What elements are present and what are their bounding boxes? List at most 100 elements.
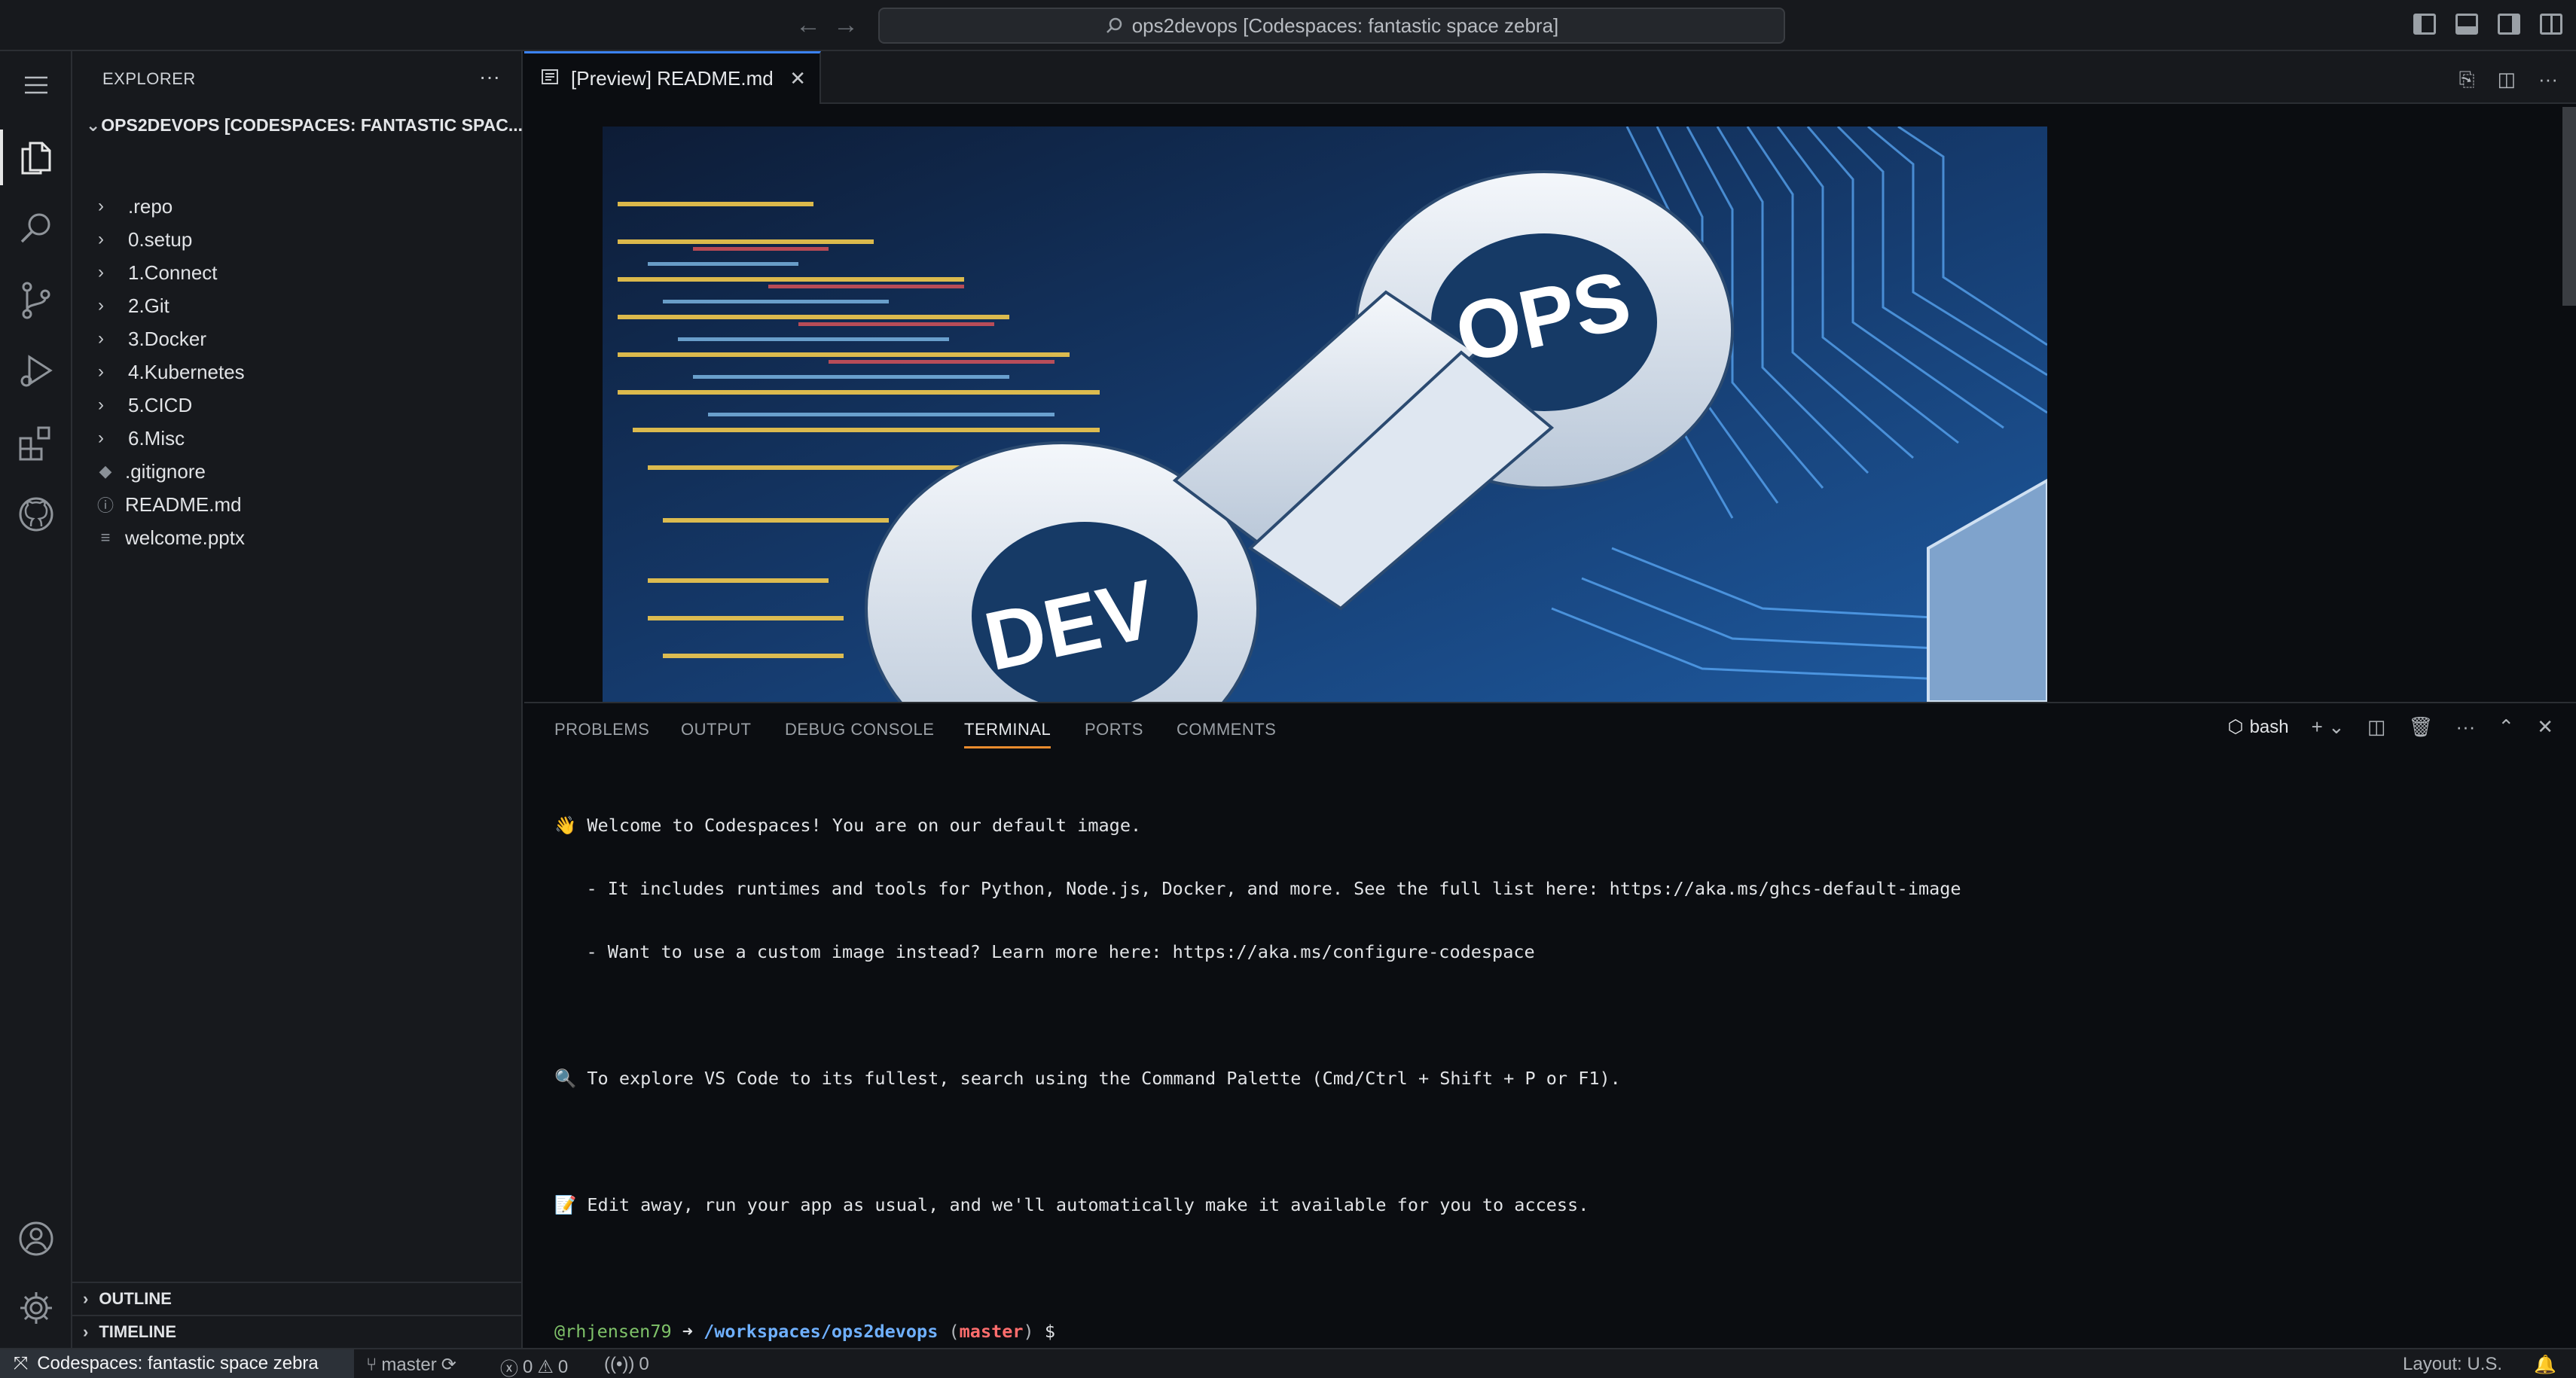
chevron-right-icon: ›: [98, 196, 104, 216]
folder-docker[interactable]: › 3.Docker: [72, 322, 523, 355]
open-source-icon[interactable]: ⎘: [2459, 68, 2475, 92]
terminal-icon: ⬡: [2227, 717, 2244, 737]
outline-section[interactable]: › OUTLINE: [72, 1282, 523, 1315]
title-bar: ← → ops2devops [Codespaces: fantastic sp…: [0, 0, 2576, 51]
timeline-label: TIMELINE: [99, 1322, 176, 1341]
file-gitignore[interactable]: ◆ .gitignore: [72, 455, 523, 488]
extensions-icon[interactable]: [0, 410, 72, 477]
tab-terminal[interactable]: TERMINAL: [964, 720, 1051, 748]
timeline-section[interactable]: › TIMELINE: [72, 1315, 523, 1348]
terminal-line: - It includes runtimes and tools for Pyt…: [554, 878, 1961, 899]
git-branch-icon: ⑂: [366, 1354, 377, 1375]
explorer-icon[interactable]: [0, 123, 72, 191]
toggle-primary-sidebar-icon[interactable]: [2413, 14, 2436, 35]
chevron-down-icon: ⌄: [86, 114, 101, 135]
folder-label: 1.Connect: [128, 261, 218, 284]
tab-output[interactable]: OUTPUT: [681, 720, 751, 739]
outline-label: OUTLINE: [99, 1289, 172, 1308]
trash-icon[interactable]: 🗑: [2408, 715, 2433, 739]
keyboard-layout[interactable]: Layout: U.S.: [2403, 1354, 2502, 1375]
branch-label: master: [381, 1354, 437, 1375]
manage-gear-icon[interactable]: [0, 1274, 72, 1342]
new-terminal-icon[interactable]: + ⌄: [2312, 715, 2345, 739]
command-center-label: ops2devops [Codespaces: fantastic space …: [1131, 14, 1559, 37]
chevron-right-icon: ›: [98, 361, 104, 382]
toggle-secondary-sidebar-icon[interactable]: [2498, 14, 2520, 35]
source-control-icon[interactable]: [0, 267, 72, 334]
close-icon[interactable]: ✕: [789, 67, 806, 90]
close-panel-icon[interactable]: ✕: [2537, 715, 2553, 739]
maximize-panel-icon[interactable]: ⌃: [2498, 715, 2514, 739]
folder-connect[interactable]: › 1.Connect: [72, 256, 523, 289]
warning-count: 0: [557, 1356, 569, 1377]
tab-readme-preview[interactable]: [Preview] README.md ✕: [524, 51, 821, 104]
split-editor-icon[interactable]: ◫: [2497, 68, 2516, 92]
terminal-line: 👋 Welcome to Codespaces! You are on our …: [554, 815, 1142, 836]
arrow-right-icon[interactable]: →: [833, 11, 859, 40]
folder-label: 4.Kubernetes: [128, 360, 245, 383]
terminal-output[interactable]: 👋 Welcome to Codespaces! You are on our …: [554, 773, 2558, 1378]
sidebar-title: EXPLORER: [102, 69, 196, 88]
lines-icon: ≡: [100, 528, 111, 547]
folder-label: 0.setup: [128, 227, 193, 251]
customize-layout-icon[interactable]: [2540, 14, 2562, 35]
tab-debug-console[interactable]: DEBUG CONSOLE: [785, 720, 934, 739]
more-actions-icon[interactable]: ···: [2538, 68, 2558, 92]
folder-setup[interactable]: › 0.setup: [72, 223, 523, 256]
chevron-right-icon: ›: [98, 395, 104, 415]
terminal-shell-selector[interactable]: ⬡ bash: [2228, 716, 2289, 738]
folder-repo[interactable]: › .repo: [72, 190, 523, 223]
tab-ports[interactable]: PORTS: [1085, 720, 1143, 739]
split-terminal-icon[interactable]: ◫: [2367, 715, 2386, 739]
terminal-prompt: @rhjensen79 ➜ /workspaces/ops2devops (ma…: [554, 1321, 2558, 1342]
bell-icon[interactable]: 🔔: [2534, 1354, 2556, 1376]
file-welcome-pptx[interactable]: ≡ welcome.pptx: [72, 521, 523, 554]
problems-indicator[interactable]: ⓧ 0 ⚠ 0: [500, 1354, 568, 1378]
error-icon: ⓧ: [500, 1359, 518, 1378]
terminal-line: 📝 Edit away, run your app as usual, and …: [554, 1194, 1589, 1215]
more-actions-icon[interactable]: ···: [2455, 715, 2475, 739]
remote-indicator[interactable]: ⤧ Codespaces: fantastic space zebra: [0, 1349, 354, 1378]
accounts-icon[interactable]: [0, 1205, 72, 1273]
prompt-dollar: $: [1033, 1321, 1055, 1342]
search-icon[interactable]: [0, 194, 72, 262]
github-icon[interactable]: [0, 480, 72, 548]
command-center[interactable]: ops2devops [Codespaces: fantastic space …: [878, 8, 1785, 44]
info-icon: ⓘ: [96, 496, 114, 515]
tab-comments[interactable]: COMMENTS: [1177, 720, 1276, 739]
devops-banner-image: OPS DEV: [603, 127, 2047, 702]
prompt-user: @rhjensen79: [554, 1321, 672, 1342]
prompt-branch: master: [959, 1321, 1024, 1342]
folder-kubernetes[interactable]: › 4.Kubernetes: [72, 355, 523, 389]
chevron-right-icon: ›: [83, 1322, 89, 1341]
file-readme[interactable]: ⓘ README.md: [72, 488, 523, 521]
folder-label: 5.CICD: [128, 393, 193, 416]
arrow-left-icon[interactable]: ←: [795, 11, 821, 40]
folder-cicd[interactable]: › 5.CICD: [72, 389, 523, 422]
chevron-right-icon: ›: [98, 428, 104, 448]
shell-label: bash: [2249, 716, 2289, 737]
folder-label: .repo: [128, 194, 173, 218]
chevron-right-icon: ›: [83, 1289, 89, 1308]
menu-icon[interactable]: [0, 51, 72, 119]
branch-indicator[interactable]: ⑂ master ⟳: [366, 1354, 456, 1376]
ports-indicator[interactable]: ((•)) 0: [604, 1354, 649, 1375]
prompt-path: /workspaces/ops2devops: [704, 1321, 939, 1342]
status-bar: ⤧ Codespaces: fantastic space zebra ⑂ ma…: [0, 1348, 2576, 1378]
prompt-paren: ): [1023, 1321, 1034, 1342]
warning-icon: ⚠: [537, 1357, 554, 1377]
toggle-panel-icon[interactable]: [2455, 14, 2478, 35]
file-label: welcome.pptx: [125, 526, 245, 549]
chevron-right-icon: ›: [98, 295, 104, 316]
preview-scrollbar[interactable]: [2562, 107, 2576, 306]
activity-bar: [0, 51, 72, 1348]
root-folder[interactable]: ⌄ OPS2DEVOPS [CODESPACES: FANTASTIC SPAC…: [83, 110, 523, 140]
more-actions-icon[interactable]: ···: [479, 65, 500, 89]
error-count: 0: [523, 1356, 533, 1377]
tab-problems[interactable]: PROBLEMS: [554, 720, 649, 739]
folder-misc[interactable]: › 6.Misc: [72, 422, 523, 455]
folder-git[interactable]: › 2.Git: [72, 289, 523, 322]
run-and-debug-icon[interactable]: [0, 337, 72, 405]
diamond-icon: ◆: [99, 462, 112, 480]
sync-icon: ⟳: [441, 1355, 456, 1375]
